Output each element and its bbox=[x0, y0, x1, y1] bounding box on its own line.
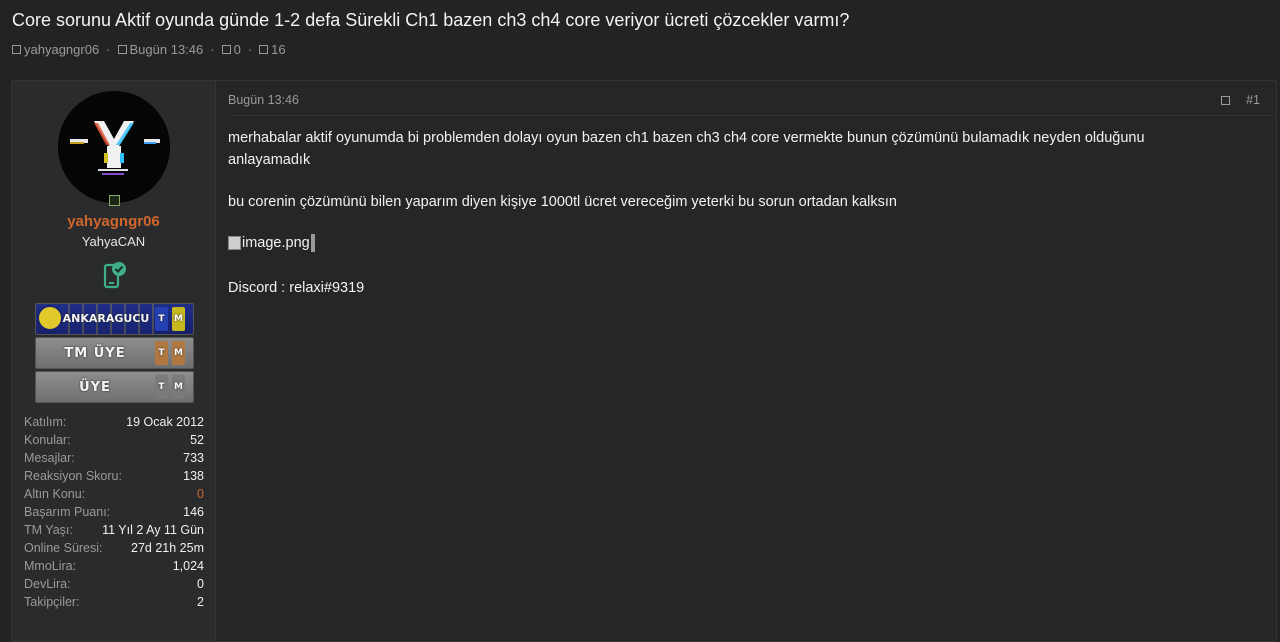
banner-tag: M bbox=[172, 375, 185, 399]
separator: · bbox=[247, 42, 253, 57]
banner-tag: T bbox=[155, 341, 168, 365]
stat-row: Katılım: 19 Ocak 2012 bbox=[24, 413, 204, 431]
post-number[interactable]: #1 bbox=[1246, 93, 1260, 107]
post-body: Bugün 13:46 #1 merhabalar aktif oyunumda… bbox=[228, 81, 1276, 641]
stat-row: Başarım Puanı: 146 bbox=[24, 503, 204, 521]
stat-label: Altın Konu: bbox=[24, 487, 86, 501]
thread-meta: yahyagngr06 · Bugün 13:46 · 0 · 16 bbox=[12, 42, 286, 57]
stat-label: Katılım: bbox=[24, 415, 67, 429]
post-date[interactable]: Bugün 13:46 bbox=[228, 93, 299, 107]
stat-label: TM Yaşı: bbox=[24, 523, 73, 537]
banner-text: TM ÜYE bbox=[64, 346, 126, 361]
avatar[interactable] bbox=[58, 91, 170, 203]
stat-row: Konular: 52 bbox=[24, 431, 204, 449]
banner-tag: M bbox=[172, 341, 185, 365]
separator: · bbox=[210, 42, 215, 57]
stat-value: 138 bbox=[183, 469, 204, 483]
stat-value: 1,024 bbox=[172, 559, 204, 573]
banner-uye: ÜYE T M bbox=[35, 371, 194, 403]
message-paragraph: merhabalar aktif oyunumda bi problemden … bbox=[228, 130, 1145, 168]
stat-label: Mesajlar: bbox=[24, 451, 75, 465]
post-header: Bugün 13:46 #1 bbox=[228, 81, 1276, 116]
stat-row: Online Süresi: 27d 21h 25m bbox=[24, 539, 204, 557]
banner-tm-uye: TM ÜYE T M bbox=[35, 337, 194, 369]
user-title: YahyaCAN bbox=[81, 234, 146, 249]
banner-tag: T bbox=[155, 307, 168, 331]
user-icon bbox=[12, 45, 21, 54]
user-panel: yahyagngr06 YahyaCAN ANKARAGUCU T M TM Ü… bbox=[12, 81, 216, 641]
thread-title: Core sorunu Aktif oyunda günde 1-2 defa … bbox=[12, 10, 850, 30]
message-paragraph: bu corenin çözümünü bilen yaparım diyen … bbox=[228, 194, 897, 210]
stat-row: MmoLira: 1,024 bbox=[24, 557, 204, 575]
thread-replies-count: 0 bbox=[233, 42, 241, 57]
stat-label: Başarım Puanı: bbox=[24, 505, 111, 519]
discord-line: Discord : relaxi#9319 bbox=[228, 280, 365, 296]
stat-value[interactable]: 52 bbox=[190, 431, 204, 449]
stat-label: DevLira: bbox=[24, 577, 71, 591]
thread-author: yahyagngr06 bbox=[24, 42, 100, 57]
share-icon[interactable] bbox=[1221, 96, 1230, 105]
username[interactable]: yahyagngr06 bbox=[12, 213, 215, 230]
stat-row: Takipçiler: 2 bbox=[24, 593, 204, 611]
thread-author-link[interactable]: yahyagngr06 bbox=[12, 42, 99, 57]
phone-check-icon bbox=[103, 261, 127, 289]
stat-row: TM Yaşı: 11 Yıl 2 Ay 11 Gün bbox=[24, 521, 204, 539]
stat-value: 27d 21h 25m bbox=[131, 541, 204, 555]
user-stats: Katılım: 19 Ocak 2012 Konular: 52 Mesajl… bbox=[24, 413, 204, 611]
stat-value[interactable]: 2 bbox=[197, 593, 204, 611]
banner-text: ÜYE bbox=[79, 380, 111, 395]
stat-value: 0 bbox=[197, 577, 204, 591]
stat-row: DevLira: 0 bbox=[24, 575, 204, 593]
thread-views: 16 bbox=[259, 42, 286, 57]
banner-text: ANKARAGUCU bbox=[62, 312, 150, 325]
stat-row: Reaksiyon Skoru: 138 bbox=[24, 467, 204, 485]
thread-views-count: 16 bbox=[271, 42, 286, 57]
stat-label: MmoLira: bbox=[24, 559, 77, 573]
stat-value[interactable]: 0 bbox=[197, 485, 204, 503]
stat-value: 11 Yıl 2 Ay 11 Gün bbox=[102, 523, 204, 537]
stat-value: 19 Ocak 2012 bbox=[126, 415, 204, 429]
online-status-icon bbox=[109, 195, 120, 206]
stat-label: Online Süresi: bbox=[24, 541, 103, 555]
stat-label: Konular: bbox=[24, 433, 71, 447]
views-icon bbox=[259, 45, 269, 54]
avatar-image bbox=[58, 91, 170, 203]
separator: · bbox=[106, 42, 111, 57]
broken-image[interactable]: image.png bbox=[228, 233, 315, 253]
thread-date: Bugün 13:46 bbox=[129, 42, 204, 57]
stat-label: Takipçiler: bbox=[24, 595, 80, 609]
thread-date-link[interactable]: Bugün 13:46 bbox=[117, 42, 204, 57]
stat-label: Reaksiyon Skoru: bbox=[24, 469, 122, 483]
thread-replies: 0 bbox=[221, 42, 241, 57]
image-alt-text: image.png bbox=[242, 235, 310, 251]
stat-row: Mesajlar: 733 bbox=[24, 449, 204, 467]
stat-value[interactable]: 146 bbox=[183, 503, 204, 521]
broken-image-icon bbox=[228, 236, 241, 250]
clock-icon bbox=[117, 45, 127, 54]
image-resize-handle bbox=[310, 234, 315, 252]
banner-tag: M bbox=[172, 307, 185, 331]
post: yahyagngr06 YahyaCAN ANKARAGUCU T M TM Ü… bbox=[11, 80, 1277, 642]
banner-tag: T bbox=[155, 375, 168, 399]
stat-row: Altın Konu: 0 bbox=[24, 485, 204, 503]
replies-icon bbox=[221, 45, 231, 54]
message-content: merhabalar aktif oyunumda bi problemden … bbox=[228, 127, 1218, 319]
banner-ankaragucu: ANKARAGUCU T M bbox=[35, 303, 194, 335]
stat-value[interactable]: 733 bbox=[183, 449, 204, 467]
